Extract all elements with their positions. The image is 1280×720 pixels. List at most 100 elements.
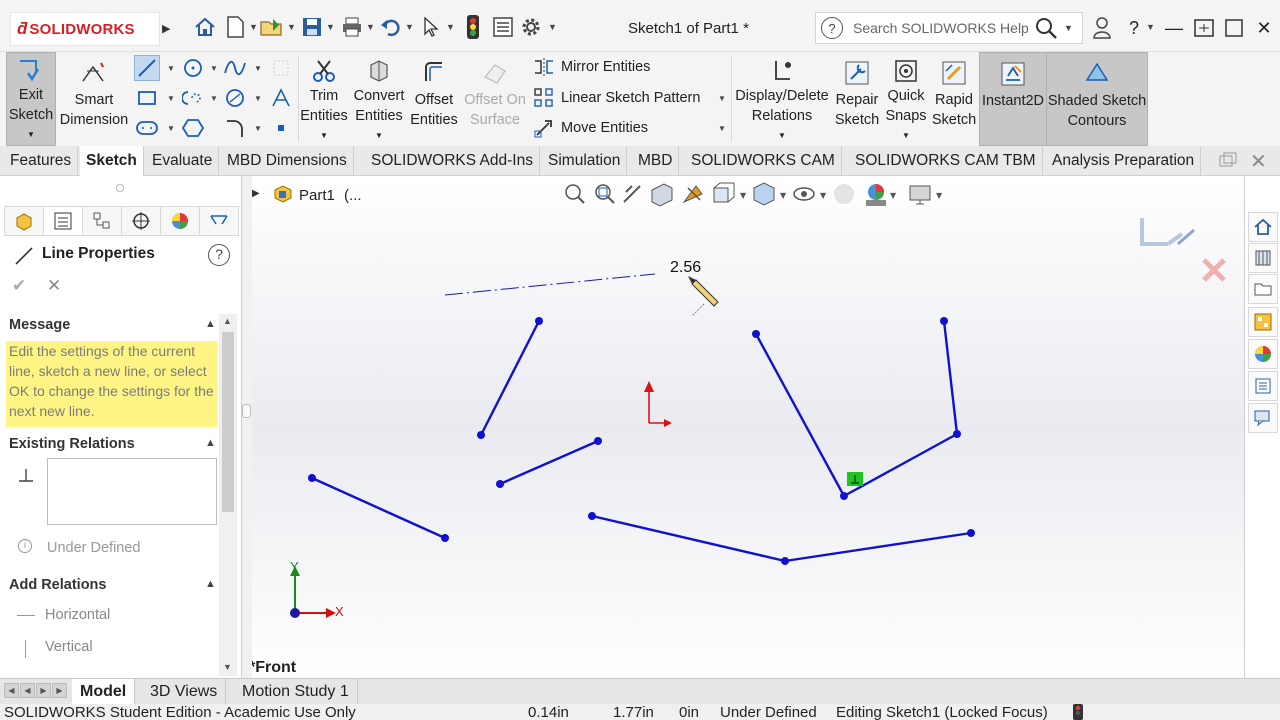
solidworks-resources-home-icon[interactable] (1248, 212, 1278, 242)
design-library-icon[interactable] (1248, 243, 1278, 273)
cam-tab-icon[interactable] (199, 206, 239, 236)
feature-manager-tab-icon[interactable] (4, 206, 44, 236)
tab-analysis-preparation[interactable]: Analysis Preparation (1046, 146, 1202, 176)
new-document-icon[interactable] (222, 14, 248, 40)
tab-evaluate[interactable]: Evaluate (146, 146, 220, 176)
sketch-line[interactable] (942, 320, 959, 435)
slot-straight-tool-icon[interactable] (134, 115, 160, 141)
point-tool-icon[interactable] (268, 115, 294, 141)
quick-snaps-dropdown-icon[interactable]: ▼ (902, 126, 910, 146)
scroll-up-icon[interactable]: ▲ (223, 316, 232, 326)
mirror-entities-button[interactable]: Mirror Entities (533, 54, 650, 80)
tab-solidworks-add-ins[interactable]: SOLIDWORKS Add-Ins (365, 146, 540, 176)
menu-expand-icon[interactable]: ▶ (162, 22, 170, 35)
polygon-tool-icon[interactable] (180, 115, 206, 141)
sketch-line[interactable] (499, 439, 599, 486)
smart-dimension-button[interactable]: Smart Dimension (60, 52, 128, 146)
arc-tool-icon[interactable] (222, 85, 248, 111)
help-icon[interactable]: ? (1120, 14, 1148, 42)
circle-tool-icon[interactable] (180, 55, 206, 81)
arc-dropdown-icon[interactable]: ▼ (254, 94, 262, 103)
close-window-icon[interactable]: ✕ (1250, 14, 1278, 42)
rectangle-dropdown-icon[interactable]: ▼ (167, 94, 175, 103)
file-properties-icon[interactable] (490, 14, 516, 40)
search-dropdown-icon[interactable]: ▼ (1064, 23, 1073, 33)
circle-dropdown-icon[interactable]: ▼ (210, 64, 218, 73)
tab-mbd[interactable]: MBD (632, 146, 680, 176)
user-account-icon[interactable] (1088, 14, 1116, 42)
sketch-line[interactable] (843, 432, 958, 498)
convert-entities-button[interactable]: Convert Entities ▼ (350, 52, 408, 146)
move-entities-button[interactable]: Move Entities (533, 115, 648, 141)
shaded-sketch-contours-button[interactable]: Shaded Sketch Contours (1046, 52, 1148, 146)
options-gear-icon[interactable] (518, 14, 544, 40)
slot-tool-icon[interactable] (180, 85, 206, 111)
instant2d-button[interactable]: Instant2D (979, 52, 1047, 146)
fillet-dropdown-icon[interactable]: ▼ (254, 124, 262, 133)
select-cursor-icon[interactable] (418, 14, 444, 40)
tab-model[interactable]: Model (72, 679, 136, 705)
minimize-icon[interactable]: — (1160, 14, 1188, 42)
line-dropdown-icon[interactable]: ▼ (167, 64, 175, 73)
previous-tab-icon[interactable]: ◀ (20, 683, 35, 698)
linear-sketch-pattern-button[interactable]: Linear Sketch Pattern (533, 85, 700, 111)
slot-straight-dropdown-icon[interactable]: ▼ (167, 124, 175, 133)
exit-sketch-button[interactable]: Exit Sketch ▼ (6, 52, 56, 146)
tab-solidworks-cam[interactable]: SOLIDWORKS CAM (685, 146, 842, 176)
configuration-manager-tab-icon[interactable] (82, 206, 122, 236)
rebuild-status-icon[interactable] (1073, 704, 1083, 720)
save-icon[interactable] (299, 14, 325, 40)
tab-mbd-dimensions[interactable]: MBD Dimensions (221, 146, 354, 176)
print-icon[interactable] (339, 14, 365, 40)
open-dropdown-icon[interactable]: ▼ (287, 22, 296, 32)
select-dropdown-icon[interactable]: ▼ (446, 22, 455, 32)
message-section-header[interactable]: Message (9, 317, 70, 333)
existing-relations-list[interactable] (47, 458, 217, 525)
message-collapse-icon[interactable]: ▲ (205, 318, 216, 330)
fillet-tool-icon[interactable] (222, 115, 248, 141)
sketch-point[interactable] (594, 437, 602, 445)
sketch-point[interactable] (477, 431, 485, 439)
pattern-dropdown-icon[interactable]: ▼ (718, 94, 726, 103)
view-palette-icon[interactable] (1248, 307, 1278, 337)
sketch-point[interactable] (940, 317, 948, 325)
sketch-point[interactable] (840, 492, 848, 500)
undo-dropdown-icon[interactable]: ▼ (405, 22, 414, 32)
exit-sketch-dropdown-icon[interactable]: ▼ (27, 125, 35, 145)
sketch-point[interactable] (752, 330, 760, 338)
property-manager-scrollbar[interactable]: ▲ ▼ (219, 314, 237, 676)
sketch-canvas[interactable] (252, 176, 1244, 678)
trim-dropdown-icon[interactable]: ▼ (320, 126, 328, 146)
add-relations-collapse-icon[interactable]: ▲ (205, 578, 216, 590)
relations-dropdown-icon[interactable]: ▼ (778, 126, 786, 146)
open-folder-icon[interactable] (259, 14, 285, 40)
forum-icon[interactable] (1248, 403, 1278, 433)
tab-3d-views[interactable]: 3D Views (142, 679, 227, 705)
relation-horizontal[interactable]: Horizontal (45, 607, 110, 623)
scroll-down-icon[interactable]: ▼ (223, 662, 232, 672)
sketch-point[interactable] (496, 480, 504, 488)
sketch-point[interactable] (535, 317, 543, 325)
last-tab-icon[interactable]: ▶ (52, 683, 67, 698)
maximize-icon[interactable] (1220, 14, 1248, 42)
tab-close-icon[interactable]: ✕ (1250, 149, 1267, 174)
next-tab-icon[interactable]: ▶ (36, 683, 51, 698)
quick-snaps-button[interactable]: Quick Snaps ▼ (882, 52, 930, 146)
save-dropdown-icon[interactable]: ▼ (326, 22, 335, 32)
display-manager-tab-icon[interactable] (160, 206, 200, 236)
sketch-line[interactable] (479, 320, 541, 436)
offset-entities-button[interactable]: Offset Entities (410, 52, 458, 146)
property-manager-tab-icon[interactable] (43, 206, 83, 236)
line-tool-icon[interactable] (134, 55, 160, 81)
sketch-point[interactable] (967, 529, 975, 537)
home-icon[interactable] (192, 14, 218, 40)
rectangle-tool-icon[interactable] (134, 85, 160, 111)
appearances-scenes-icon[interactable] (1248, 339, 1278, 369)
ok-check-icon[interactable]: ✔ (12, 276, 26, 296)
tab-features[interactable]: Features (4, 146, 79, 176)
dimension-value[interactable]: 2.56 (670, 259, 701, 277)
sketch-line[interactable] (311, 476, 446, 540)
add-relations-header[interactable]: Add Relations (9, 577, 106, 593)
rebuild-traffic-light-icon[interactable] (460, 14, 486, 40)
trim-entities-button[interactable]: Trim Entities ▼ (300, 52, 348, 146)
